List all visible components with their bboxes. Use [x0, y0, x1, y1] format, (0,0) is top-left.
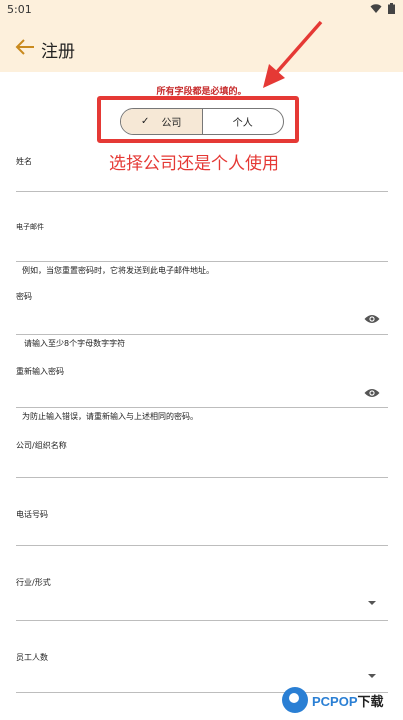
watermark: PCPOP下载 [282, 683, 398, 717]
phone-input[interactable] [16, 545, 388, 546]
email-input[interactable] [16, 261, 388, 262]
watermark-brand: PCPOP [312, 693, 358, 709]
organization-label: 公司/组织名称 [16, 441, 67, 450]
phone-label: 电话号码 [16, 510, 48, 519]
status-icons [370, 3, 395, 14]
watermark-logo-icon [282, 687, 308, 713]
show-confirm-password-eye-icon[interactable] [364, 387, 380, 399]
industry-select[interactable] [16, 620, 388, 621]
status-bar: 5:01 [0, 0, 403, 20]
confirm-password-label: 重新输入密码 [16, 367, 64, 376]
employees-dropdown-arrow-icon[interactable] [368, 674, 376, 678]
annotation-text: 选择公司还是个人使用 [109, 154, 279, 174]
company-option-label: 公司 [161, 118, 182, 129]
personal-option-label: 个人 [232, 118, 253, 129]
confirm-password-help: 为防止输入错误，请重新输入与上述相同的密码。 [22, 412, 198, 421]
back-arrow-icon[interactable] [14, 38, 36, 56]
checkmark-icon: ✓ [141, 116, 150, 127]
status-time: 5:01 [7, 3, 32, 16]
organization-input[interactable] [16, 477, 388, 478]
wifi-icon [370, 3, 382, 13]
confirm-password-input[interactable] [16, 407, 388, 408]
name-input[interactable] [16, 191, 388, 192]
account-type-toggle: ✓ 公司 个人 [120, 108, 284, 135]
watermark-brand-suffix: 下载 [357, 693, 384, 709]
industry-label: 行业/形式 [16, 578, 51, 587]
password-help: 请输入至少8个字母数字字符 [24, 339, 126, 348]
company-option[interactable]: ✓ 公司 [121, 109, 203, 134]
show-password-eye-icon[interactable] [364, 313, 380, 325]
password-label: 密码 [16, 292, 32, 301]
industry-dropdown-arrow-icon[interactable] [368, 601, 376, 605]
name-label: 姓名 [16, 157, 32, 166]
employees-label: 员工人数 [16, 653, 48, 662]
battery-icon [388, 3, 395, 14]
password-input[interactable] [16, 334, 388, 335]
personal-option[interactable]: 个人 [203, 109, 284, 134]
email-label: 电子邮件 [16, 223, 44, 231]
email-help: 例如，当您重置密码时，它将发送到此电子邮件地址。 [22, 266, 214, 275]
page-title: 注册 [41, 42, 75, 62]
app-bar: 注册 [0, 20, 403, 72]
